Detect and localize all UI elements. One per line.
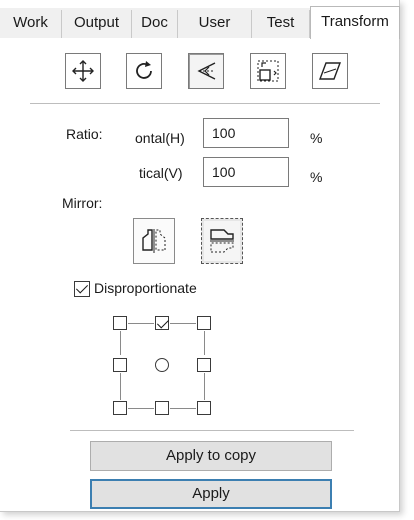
anchor-line [170,323,196,324]
apply-button[interactable]: Apply [90,479,332,509]
tab-work[interactable]: Work [0,10,62,38]
anchor-top-left[interactable] [113,316,127,330]
anchor-line [120,373,121,400]
anchor-middle-right[interactable] [197,358,211,372]
apply-to-copy-button[interactable]: Apply to copy [90,441,332,471]
mirror-horizontal-button[interactable] [133,218,175,264]
disproportionate-label: Disproportionate [94,280,197,296]
vertical-ratio-input[interactable] [203,157,289,187]
skew-scale-button[interactable] [188,53,224,89]
anchor-bottom-center[interactable] [155,401,169,415]
tab-transform[interactable]: Transform [310,6,400,39]
vertical-label: tical(V) [139,165,183,181]
transform-panel: Work Output Doc User Test Transform Rati… [0,0,400,512]
mirror-label: Mirror: [62,195,103,211]
tab-doc[interactable]: Doc [132,10,178,38]
horizontal-unit: % [310,130,323,146]
tab-user[interactable]: User [178,10,252,38]
anchor-middle-left[interactable] [113,358,127,372]
anchor-line [204,331,205,355]
anchor-bottom-left[interactable] [113,401,127,415]
tab-bar: Work Output Doc User Test Transform [0,6,400,39]
anchor-line [170,408,196,409]
slant-icon [318,62,342,80]
vertical-unit: % [310,169,323,185]
rotate-button[interactable] [126,53,162,89]
anchor-line [128,323,154,324]
horizontal-label: ontal(H) [135,130,185,146]
tab-output[interactable]: Output [62,10,132,38]
horizontal-ratio-input[interactable] [203,118,289,148]
anchor-top-right[interactable] [197,316,211,330]
anchor-center[interactable] [155,358,169,372]
ratio-label: Ratio: [66,126,103,142]
slant-button[interactable] [312,53,348,89]
size-button[interactable] [250,53,286,89]
mirror-horizontal-icon [142,229,166,253]
move-icon [72,60,94,82]
disproportionate-checkbox[interactable] [74,281,90,297]
separator-bottom [70,430,354,431]
anchor-line [204,373,205,400]
anchor-top-center[interactable] [155,316,169,330]
rotate-icon [136,61,152,79]
mirror-vertical-button[interactable] [201,218,243,264]
mirror-vertical-icon [210,229,234,253]
skew-scale-icon [197,62,216,80]
size-icon [257,60,279,82]
anchor-line [120,331,121,355]
anchor-line [128,408,154,409]
anchor-bottom-right[interactable] [197,401,211,415]
tab-test[interactable]: Test [252,10,310,38]
separator-top [30,103,380,104]
move-button[interactable] [65,53,101,89]
